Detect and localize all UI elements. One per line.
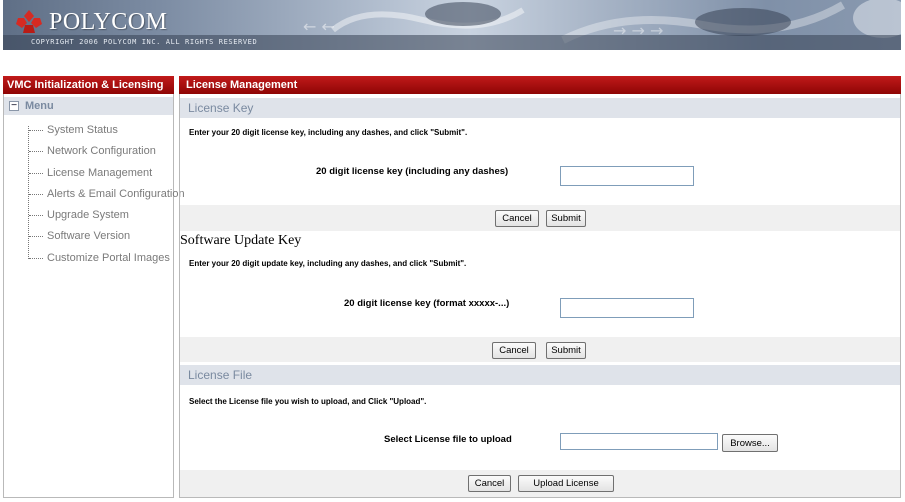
sidebar-item-upgrade-system[interactable]: Upgrade System [4, 205, 173, 226]
license-file-cancel-button[interactable]: Cancel [468, 475, 511, 492]
update-key-cancel-button[interactable]: Cancel [492, 342, 536, 359]
sidebar-item-label: System Status [47, 124, 118, 136]
license-file-path-input[interactable] [560, 433, 718, 450]
license-file-heading: License File [180, 365, 900, 385]
polycom-logo-icon [16, 10, 42, 33]
svg-text:← ←: ← ← [303, 17, 335, 36]
collapse-icon[interactable]: − [9, 101, 19, 111]
sidebar-item-alerts-email[interactable]: Alerts & Email Configuration [4, 184, 185, 205]
tree-branch [29, 172, 43, 174]
update-key-heading: Software Update Key [180, 233, 302, 248]
page-title: License Management [179, 76, 901, 94]
sidebar-item-system-status[interactable]: System Status [4, 120, 173, 141]
main-panel [179, 76, 901, 498]
polycom-logo: POLYCOM [15, 8, 167, 36]
sidebar-item-network-configuration[interactable]: Network Configuration [4, 141, 173, 162]
sidebar-item-license-management[interactable]: License Management [4, 163, 173, 184]
license-key-input[interactable] [560, 166, 694, 186]
brand-name: POLYCOM [49, 8, 168, 35]
sidebar-item-customize-portal[interactable]: Customize Portal Images [4, 248, 173, 269]
copyright-text: COPYRIGHT 2006 POLYCOM INC. ALL RIGHTS R… [31, 38, 258, 46]
license-file-label: Select License file to upload [384, 434, 512, 445]
sidebar-item-label: Upgrade System [47, 209, 129, 222]
update-key-label: 20 digit license key (format xxxxx-...) [344, 298, 510, 309]
sidebar-title: VMC Initialization & Licensing [3, 76, 174, 94]
tree-branch [29, 151, 43, 153]
header-banner: ← ← → → → POLYCOM COPYRIGHT 2006 POLYCOM… [3, 0, 901, 50]
sidebar-item-software-version[interactable]: Software Version [4, 226, 173, 247]
license-key-footer [180, 205, 900, 231]
tree-branch [29, 236, 43, 238]
menu-header[interactable]: − Menu [4, 97, 173, 115]
license-key-cancel-button[interactable]: Cancel [495, 210, 539, 227]
license-key-heading: License Key [180, 98, 900, 118]
tree-branch [29, 215, 43, 217]
license-key-instructions: Enter your 20 digit license key, includi… [189, 128, 468, 137]
sidebar-item-label: Customize Portal Images [47, 251, 170, 264]
tree-branch [29, 257, 43, 259]
license-key-label: 20 digit license key (including any dash… [316, 166, 509, 177]
sidebar-item-label: Alerts & Email Configuration [47, 187, 185, 200]
tree-branch [29, 193, 43, 195]
update-key-submit-button[interactable]: Submit [546, 342, 586, 359]
sidebar-item-label: License Management [47, 166, 153, 179]
menu-label: Menu [25, 100, 54, 112]
update-key-instructions: Enter your 20 digit update key, includin… [189, 259, 467, 268]
browse-button[interactable]: Browse... [722, 434, 778, 452]
upload-license-button[interactable]: Upload License [518, 475, 614, 492]
menu-tree: System Status Network Configuration Lice… [4, 120, 185, 269]
license-file-instructions: Select the License file you wish to uplo… [189, 397, 427, 406]
update-key-footer [180, 337, 900, 362]
sidebar-item-label: Network Configuration [47, 145, 156, 158]
license-key-submit-button[interactable]: Submit [546, 210, 586, 227]
update-key-input[interactable] [560, 298, 694, 318]
sidebar-item-label: Software Version [47, 230, 131, 243]
tree-branch [29, 130, 43, 131]
